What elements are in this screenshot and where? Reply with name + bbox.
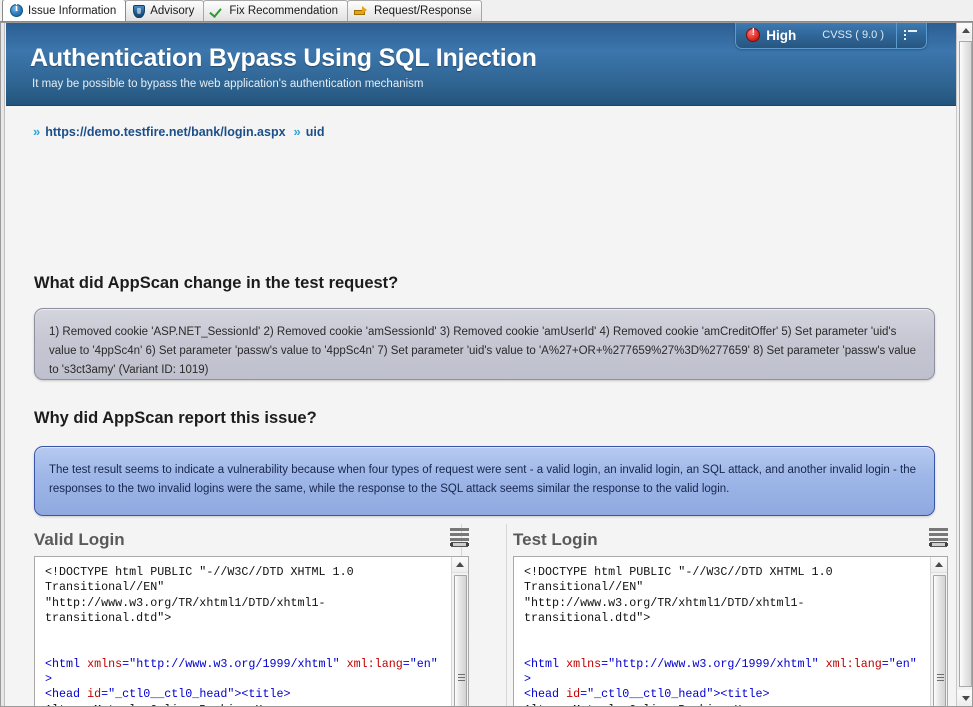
- valid-login-panel: Valid Login <!DOCTYPE html PUBLIC "-//W3…: [34, 524, 469, 707]
- chevron-double-right-icon: »: [293, 124, 301, 139]
- page-subtitle: It may be possible to bypass the web app…: [32, 78, 424, 90]
- scrollbar-grip-icon: [937, 674, 944, 682]
- tab-label: Request/Response: [373, 5, 472, 17]
- severity-label: High: [766, 27, 797, 43]
- scroll-up-arrow-icon[interactable]: [931, 557, 947, 573]
- valid-login-title: Valid Login: [34, 530, 125, 549]
- tab-label: Issue Information: [28, 4, 117, 17]
- tab-fix-recommendation[interactable]: Fix Recommendation: [203, 0, 348, 21]
- left-edge-strip: [0, 22, 5, 707]
- shield-icon: [133, 4, 146, 18]
- chevron-double-right-icon: »: [33, 124, 40, 139]
- issue-body: » https://demo.testfire.net/bank/login.a…: [6, 106, 956, 707]
- section-title-what-changed: What did AppScan change in the test requ…: [34, 274, 399, 292]
- tab-label: Fix Recommendation: [229, 5, 338, 17]
- section-title-why-reported: Why did AppScan report this issue?: [34, 409, 317, 427]
- scrollbar-grip-icon: [458, 674, 465, 682]
- test-login-scrollbar[interactable]: [930, 557, 947, 707]
- scrollbar-thumb[interactable]: [933, 575, 946, 707]
- severity-menu-button[interactable]: [896, 22, 924, 48]
- tab-label: Advisory: [150, 5, 195, 17]
- request-response-icon: [354, 5, 369, 18]
- valid-login-code-box: <!DOCTYPE html PUBLIC "-//W3C//DTD XHTML…: [34, 556, 469, 707]
- scrollbar-thumb[interactable]: [454, 575, 467, 707]
- tab-advisory[interactable]: Advisory: [125, 0, 205, 21]
- tab-request-response[interactable]: Request/Response: [346, 0, 482, 21]
- tab-issue-information[interactable]: Issue Information: [2, 0, 127, 21]
- test-login-header: Test Login: [513, 524, 948, 556]
- cvss-score: CVSS ( 9.0 ): [822, 29, 884, 41]
- test-login-title: Test Login: [513, 530, 598, 549]
- check-icon: [211, 5, 224, 18]
- test-login-code: <!DOCTYPE html PUBLIC "-//W3C//DTD XHTML…: [524, 565, 917, 707]
- test-login-panel: Test Login <!DOCTYPE html PUBLIC "-//W3C…: [513, 524, 948, 707]
- page-scrollbar-thumb[interactable]: [959, 41, 972, 687]
- page-scrollbar[interactable]: [956, 22, 973, 707]
- response-comparison: ≈ Valid Login <!DOCTYPE html PUBLIC "-//…: [6, 524, 956, 707]
- scroll-up-arrow-icon[interactable]: [957, 22, 973, 39]
- scroll-up-arrow-icon[interactable]: [452, 557, 468, 573]
- tab-bar: Issue Information Advisory Fix Recommend…: [0, 0, 973, 22]
- breadcrumb-url[interactable]: https://demo.testfire.net/bank/login.asp…: [45, 125, 285, 139]
- panel-divider: [506, 524, 507, 707]
- scroll-down-arrow-icon[interactable]: [957, 690, 973, 707]
- why-reported-text: The test result seems to indicate a vuln…: [49, 464, 917, 495]
- breadcrumb: » https://demo.testfire.net/bank/login.a…: [33, 124, 325, 139]
- what-changed-panel: 1) Removed cookie 'ASP.NET_SessionId' 2)…: [34, 308, 935, 380]
- splitter-handle-icon[interactable]: [929, 528, 948, 548]
- severity-alert-icon: [746, 27, 761, 42]
- valid-login-code: <!DOCTYPE html PUBLIC "-//W3C//DTD XHTML…: [45, 565, 438, 707]
- valid-login-scrollbar[interactable]: [451, 557, 468, 707]
- severity-badge[interactable]: High CVSS ( 9.0 ): [735, 22, 927, 49]
- issue-page: Authentication Bypass Using SQL Injectio…: [6, 22, 956, 707]
- info-icon: [10, 3, 23, 17]
- issue-header-banner: Authentication Bypass Using SQL Injectio…: [6, 22, 956, 106]
- page-title: Authentication Bypass Using SQL Injectio…: [30, 44, 537, 72]
- what-changed-text: 1) Removed cookie 'ASP.NET_SessionId' 2)…: [49, 326, 916, 376]
- splitter-handle-icon[interactable]: [450, 528, 469, 548]
- issue-information-view: Issue Information Advisory Fix Recommend…: [0, 0, 973, 707]
- why-reported-panel: The test result seems to indicate a vuln…: [34, 446, 935, 516]
- list-menu-icon: [904, 30, 917, 40]
- breadcrumb-parameter[interactable]: uid: [306, 125, 325, 139]
- valid-login-header: Valid Login: [34, 524, 469, 556]
- test-login-code-box: <!DOCTYPE html PUBLIC "-//W3C//DTD XHTML…: [513, 556, 948, 707]
